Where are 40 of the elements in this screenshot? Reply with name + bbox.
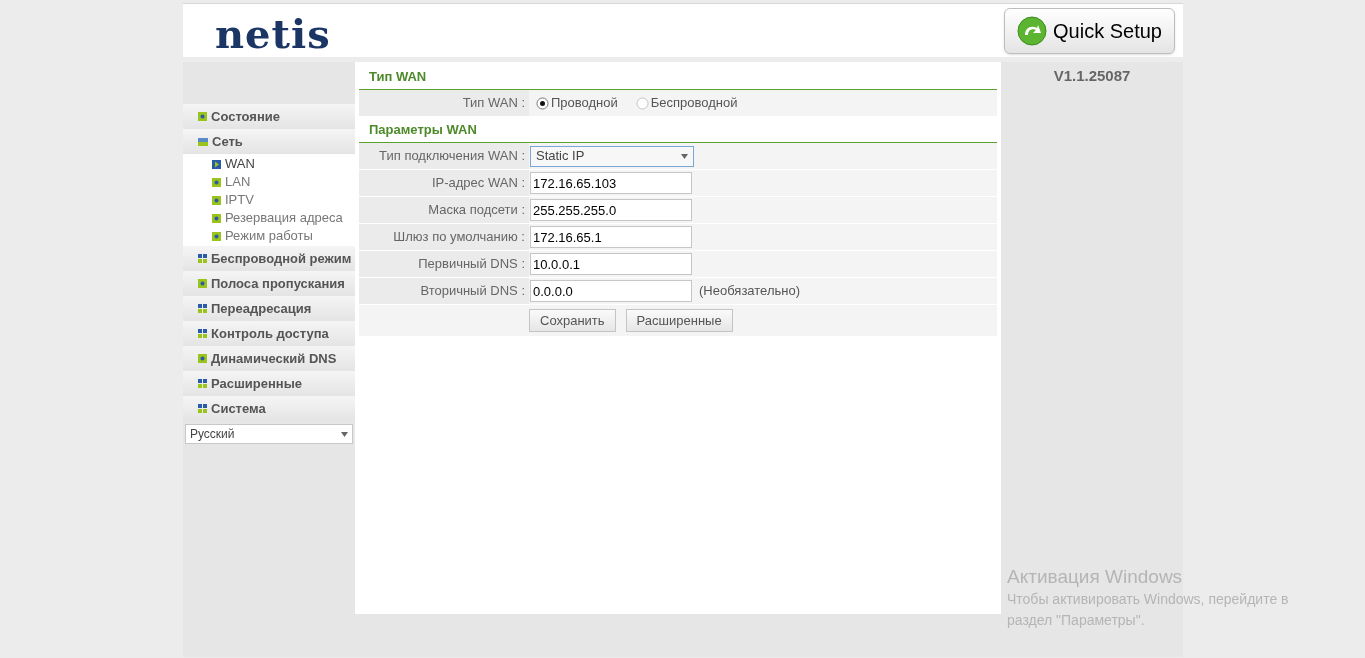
submenu-item[interactable]: IPTV — [183, 191, 355, 209]
language-select[interactable]: Русский — [185, 424, 353, 444]
plus-square-icon — [198, 112, 207, 121]
section-title: Параметры WAN — [369, 120, 477, 139]
form-button[interactable]: Сохранить — [529, 309, 616, 332]
quick-setup-button[interactable]: Quick Setup — [1004, 7, 1175, 54]
arrow-icon — [212, 159, 221, 169]
dropdown-arrow-icon — [681, 153, 688, 159]
field-label: Шлюз по умолчанию : — [393, 228, 525, 247]
radio-option[interactable]: Проводной — [536, 93, 618, 113]
submenu-item[interactable]: WAN — [183, 155, 355, 173]
field-label: Вторичный DNS : — [420, 282, 525, 301]
field-label: Маска подсети : — [428, 201, 525, 220]
input-field[interactable]: 0.0.0.0 — [530, 280, 692, 302]
dropdown-arrow-icon — [341, 431, 348, 437]
plus-square-icon — [212, 195, 221, 205]
submenu-item[interactable]: LAN — [183, 173, 355, 191]
radio-option[interactable]: Беспроводной — [635, 93, 738, 113]
section-title: Тип WAN — [369, 67, 427, 86]
form-button[interactable]: Расширенные — [625, 309, 733, 332]
input-field[interactable]: 10.0.0.1 — [530, 253, 692, 275]
input-field[interactable]: 172.16.65.1 — [530, 226, 692, 248]
plus-square-icon — [198, 279, 207, 288]
field-label: IP-адрес WAN : — [431, 174, 525, 193]
logo: netis — [215, 13, 331, 54]
submenu-item[interactable]: Режим работы — [183, 227, 355, 245]
input-field[interactable]: 172.16.65.103 — [530, 172, 692, 194]
field-label: Тип WAN : — [462, 94, 525, 113]
refresh-icon — [1017, 15, 1048, 46]
plus-square-icon — [212, 177, 221, 187]
plus-square-icon — [198, 354, 207, 363]
input-field[interactable]: 255.255.255.0 — [530, 199, 692, 221]
optional-note: (Необязательно) — [699, 282, 800, 301]
plus-square-icon — [212, 231, 221, 241]
field-label: Тип подключения WAN : — [379, 147, 525, 166]
submenu-item[interactable]: Резервация адреса — [183, 209, 355, 227]
field-label: Первичный DNS : — [418, 255, 525, 274]
version-label: V1.1.25087 — [1053, 66, 1131, 86]
plus-square-icon — [212, 213, 221, 223]
connection-type-select[interactable]: Static IP — [530, 145, 694, 167]
